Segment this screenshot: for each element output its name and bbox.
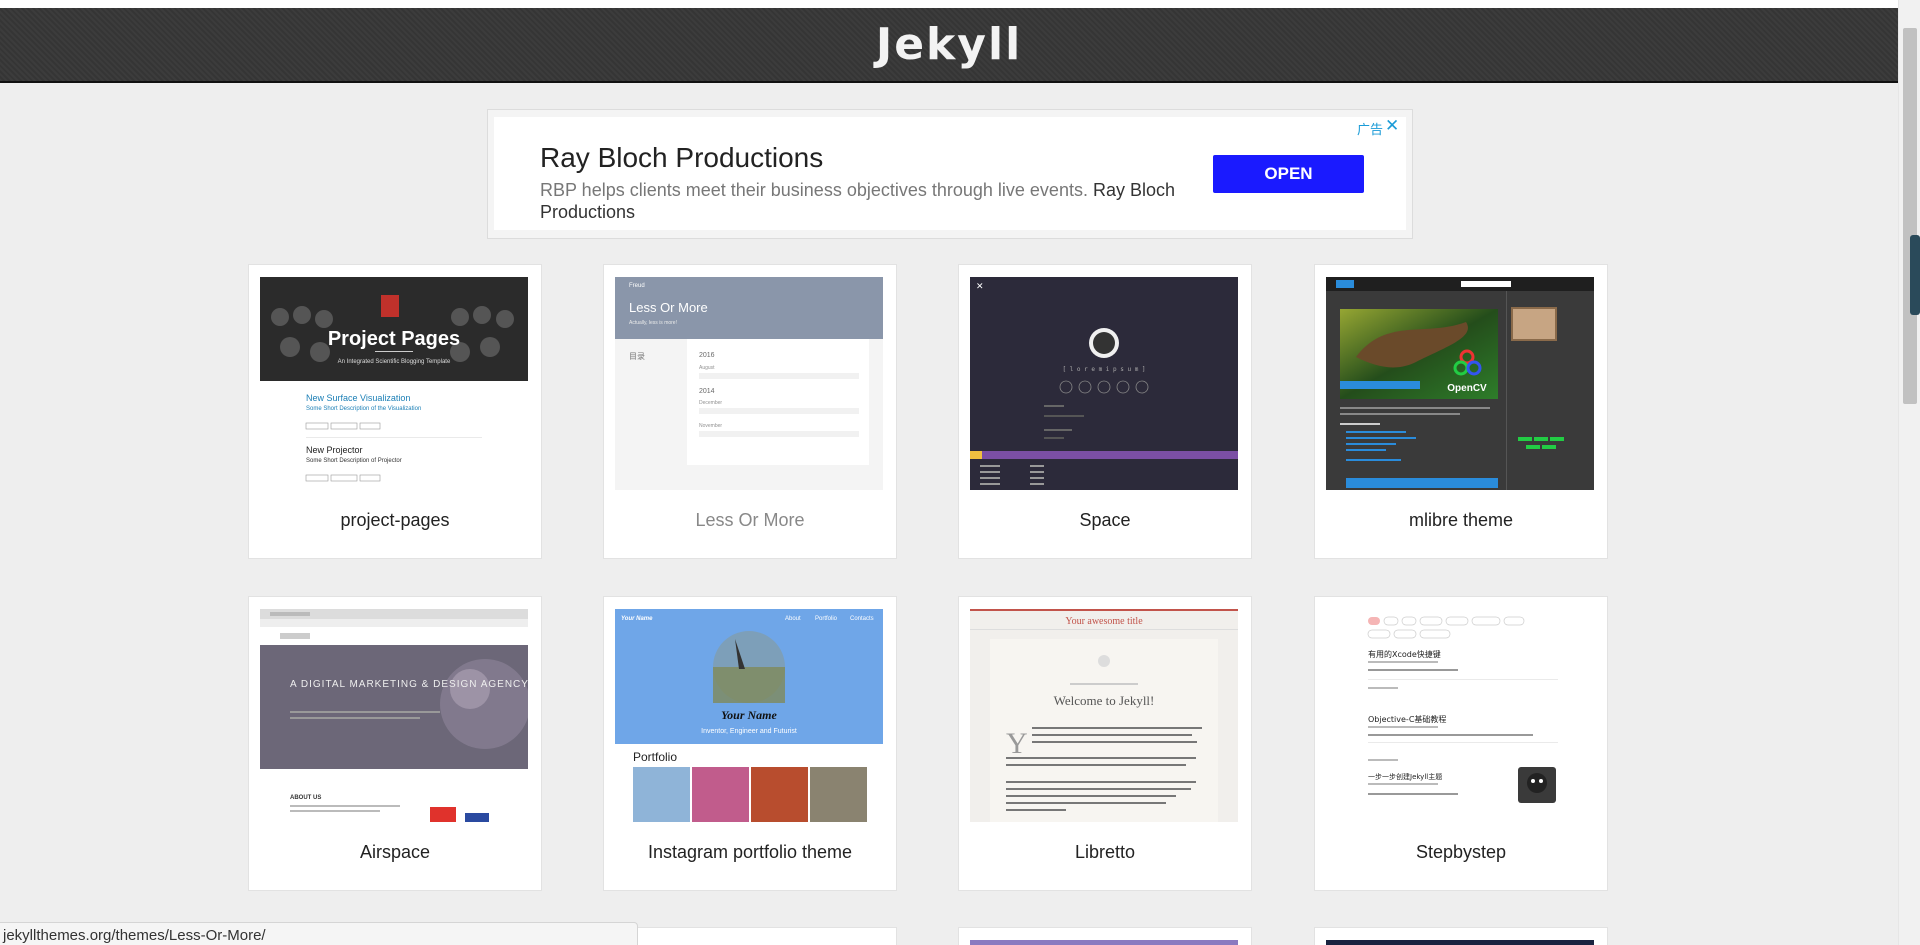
ad-close-icon[interactable]: ✕ bbox=[1385, 116, 1399, 136]
site-title[interactable]: Jekyll bbox=[876, 19, 1022, 70]
thumb-title: 有用的Xcode快捷键 bbox=[1368, 649, 1441, 659]
svg-text:A DIGITAL MARKETING & DESIGN A: A DIGITAL MARKETING & DESIGN AGENCY bbox=[290, 679, 528, 690]
theme-card-project-pages[interactable]: Project Pages An Integrated Scientific B… bbox=[248, 264, 542, 559]
theme-card-row3-4[interactable] bbox=[1314, 927, 1608, 945]
thumb-post3: 一步一步创建Jekyll主题 bbox=[1368, 772, 1442, 781]
theme-name[interactable]: Stepbystep bbox=[1315, 842, 1607, 863]
scrollbar-thumb[interactable] bbox=[1903, 28, 1917, 404]
thumb-title: Your Name bbox=[721, 708, 777, 722]
ad-description: RBP helps clients meet their business ob… bbox=[540, 179, 1180, 223]
thumb-nav-about: About bbox=[785, 616, 801, 622]
theme-thumbnail-partial[interactable] bbox=[1326, 940, 1594, 945]
theme-card-stepbystep[interactable]: 有用的Xcode快捷键 Objective-C基础教程 一步一步创建Jekyll… bbox=[1314, 596, 1608, 891]
thumb-nav-portfolio: Portfolio bbox=[815, 616, 838, 622]
theme-card-instagram-portfolio[interactable]: Your Name About Portfolio Contacts Your … bbox=[603, 596, 897, 891]
thumb-title: Your awesome title bbox=[1065, 616, 1143, 627]
theme-thumbnail[interactable]: Freud Less Or More Actually, less is mor… bbox=[615, 277, 883, 490]
thumb-title: Project Pages bbox=[328, 328, 460, 350]
thumb-post-sub: Some Short Description of the Visualizat… bbox=[306, 406, 421, 412]
theme-thumbnail[interactable]: Project Pages An Integrated Scientific B… bbox=[260, 277, 528, 490]
thumb-month-3: November bbox=[699, 423, 722, 429]
thumb-title: Less Or More bbox=[629, 300, 708, 315]
theme-thumbnail[interactable]: 有用的Xcode快捷键 Objective-C基础教程 一步一步创建Jekyll… bbox=[1326, 609, 1594, 822]
thumb-title: OpenCV bbox=[1447, 383, 1487, 394]
theme-name[interactable]: Less Or More bbox=[604, 510, 896, 531]
side-widget[interactable] bbox=[1910, 235, 1920, 315]
theme-thumbnail[interactable]: [ l o r e m i p s u m ] ✕ bbox=[970, 277, 1238, 490]
thumb-subtitle: Welcome to Jekyll! bbox=[1054, 693, 1155, 708]
thumb-year-1: 2016 bbox=[699, 352, 715, 359]
theme-name[interactable]: Space bbox=[959, 510, 1251, 531]
ad-content[interactable]: Ray Bloch Productions RBP helps clients … bbox=[494, 116, 1406, 230]
theme-card-row3-2[interactable] bbox=[603, 927, 897, 945]
theme-name[interactable]: mlibre theme bbox=[1315, 510, 1607, 531]
thumb-subtitle: ABOUT US bbox=[290, 795, 321, 801]
theme-card-mlibre[interactable]: OpenCV mlibre theme bbox=[1314, 264, 1608, 559]
ad-label[interactable]: 广告 bbox=[1357, 119, 1383, 138]
site-header: Jekyll bbox=[0, 8, 1898, 83]
theme-card-space[interactable]: [ l o r e m i p s u m ] ✕ Space bbox=[958, 264, 1252, 559]
thumb-title: A DIGITAL MARKETING & DESIGN AGENCY bbox=[290, 679, 528, 690]
theme-thumbnail[interactable]: OpenCV bbox=[1326, 277, 1594, 490]
ad-open-button[interactable]: OPEN bbox=[1213, 155, 1364, 193]
thumb-brand: Freud bbox=[629, 283, 645, 289]
theme-name[interactable]: Libretto bbox=[959, 842, 1251, 863]
thumb-title: [ l o r e m i p s u m ] bbox=[1062, 366, 1145, 373]
thumb-subtitle: An Integrated Scientific Blogging Templa… bbox=[338, 359, 451, 365]
theme-name[interactable]: Airspace bbox=[249, 842, 541, 863]
theme-name[interactable]: Instagram portfolio theme bbox=[604, 842, 896, 863]
theme-card-libretto[interactable]: Your awesome title Welcome to Jekyll! Y … bbox=[958, 596, 1252, 891]
thumb-subtitle: Inventor, Engineer and Futurist bbox=[701, 728, 797, 735]
svg-text:Y: Y bbox=[1006, 727, 1028, 760]
thumb-post2-sub: Some Short Description of Projector bbox=[306, 458, 402, 464]
thumb-year-2: 2014 bbox=[699, 388, 715, 395]
thumb-post-title: New Surface Visualization bbox=[306, 393, 410, 403]
theme-thumbnail[interactable]: A DIGITAL MARKETING & DESIGN AGENCY ABOU… bbox=[260, 609, 528, 822]
thumb-subtitle: Objective-C基础教程 bbox=[1368, 714, 1446, 724]
theme-thumbnail-partial[interactable] bbox=[970, 940, 1238, 945]
ad-banner: Ray Bloch Productions RBP helps clients … bbox=[487, 109, 1413, 239]
theme-thumbnail[interactable]: Your awesome title Welcome to Jekyll! Y bbox=[970, 609, 1238, 822]
thumb-side: 目录 bbox=[629, 352, 645, 361]
thumb-brand: Your Name bbox=[621, 616, 653, 622]
thumb-subtitle: Actually, less is more! bbox=[629, 320, 677, 326]
thumb-post2-title: New Projector bbox=[306, 445, 363, 455]
thumb-month-2: December bbox=[699, 400, 722, 406]
ad-desc-main: RBP helps clients meet their business ob… bbox=[540, 180, 1088, 200]
status-bar-url: jekyllthemes.org/themes/Less-Or-More/ bbox=[0, 922, 638, 945]
svg-text:✕: ✕ bbox=[976, 282, 984, 292]
scrollbar[interactable] bbox=[1898, 0, 1920, 945]
theme-card-row3-3[interactable] bbox=[958, 927, 1252, 945]
theme-thumbnail[interactable]: Your Name About Portfolio Contacts Your … bbox=[615, 609, 883, 822]
theme-card-less-or-more[interactable]: Freud Less Or More Actually, less is mor… bbox=[603, 264, 897, 559]
thumb-nav-contacts: Contacts bbox=[850, 616, 874, 622]
top-strip bbox=[0, 0, 1898, 8]
ad-title[interactable]: Ray Bloch Productions bbox=[540, 142, 823, 174]
theme-name[interactable]: project-pages bbox=[249, 510, 541, 531]
thumb-month-1: August bbox=[699, 365, 715, 371]
theme-card-airspace[interactable]: A DIGITAL MARKETING & DESIGN AGENCY ABOU… bbox=[248, 596, 542, 891]
thumb-section: Portfolio bbox=[633, 750, 677, 764]
